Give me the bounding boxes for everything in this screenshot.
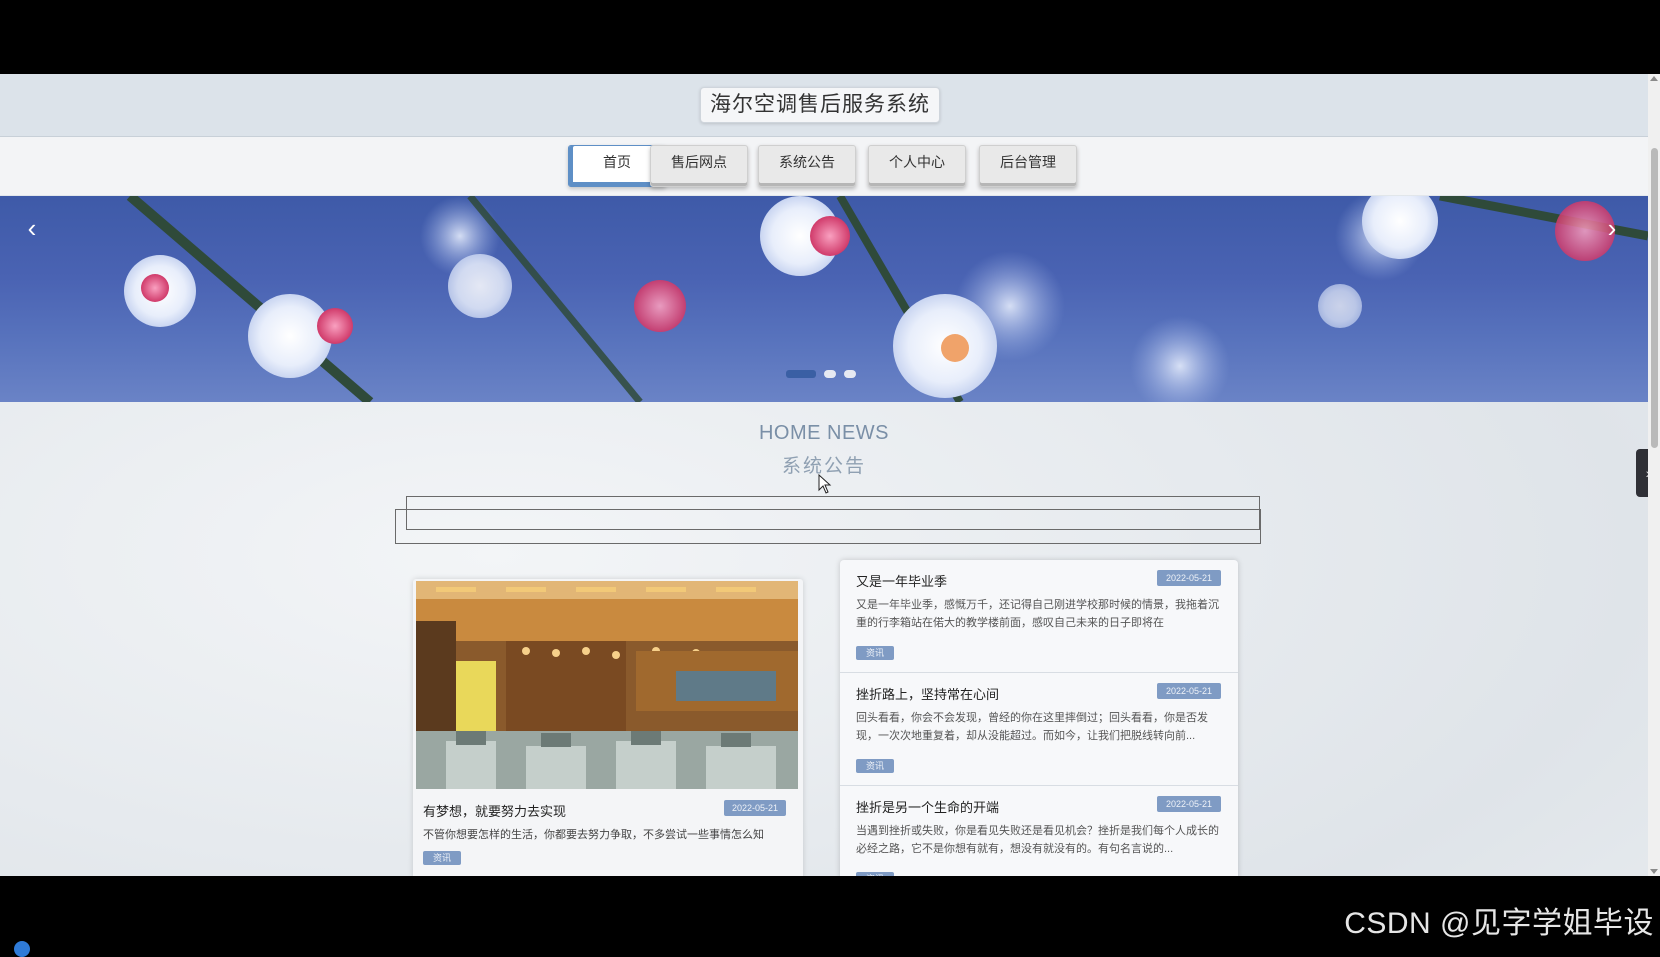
news-item-tag: 资讯 [856,646,894,660]
news-list: 又是一年毕业季 2022-05-21 又是一年毕业季，感慨万千，还记得自己刚进学… [840,560,1238,876]
featured-news-tag: 资讯 [423,851,461,865]
news-heading-en: HOME NEWS [758,422,890,444]
browser-viewport: 海尔空调售后服务系统 首页 售后网点 系统公告 个人中心 后台管理 ‹ › HO… [0,74,1648,876]
scrollbar-thumb[interactable] [1651,148,1658,448]
carousel-dot[interactable] [824,370,836,378]
news-list-item[interactable]: 挫折路上，坚持常在心间 2022-05-21 回头看看，你会不会发现，曾经的你在… [840,673,1238,786]
news-list-item[interactable]: 挫折是另一个生命的开端 2022-05-21 当遇到挫折或失败，你是看见失败还是… [840,786,1238,876]
nav-service-points[interactable]: 售后网点 [650,145,748,187]
news-item-excerpt: 当遇到挫折或失败，你是看见失败还是看见机会？挫折是我们每个人成长的必经之路，它不… [856,825,1219,855]
scrollbar[interactable] [1648,74,1660,876]
chevron-left-icon[interactable]: ‹ [20,215,44,241]
news-item-tag: 资讯 [856,872,894,876]
scroll-down-icon[interactable] [1650,869,1658,874]
featured-news-date: 2022-05-21 [724,800,786,816]
chevron-right-icon[interactable]: › [1600,215,1624,241]
featured-news-card[interactable]: 有梦想，就要努力去实现 2022-05-21 不管你想要怎样的生活，你都要去努力… [413,579,803,876]
empty-frame [395,509,1261,544]
news-item-title[interactable]: 挫折是另一个生命的开端 [856,797,999,816]
watermark: CSDN @见字学姐毕设 [1344,907,1654,940]
featured-news-title[interactable]: 有梦想，就要努力去实现 [423,801,566,820]
carousel-dot[interactable] [786,370,816,378]
site-header: 海尔空调售后服务系统 [0,74,1648,137]
news-item-title[interactable]: 挫折路上，坚持常在心间 [856,684,999,703]
main-nav: 首页 售后网点 系统公告 个人中心 后台管理 [0,137,1648,195]
news-item-date: 2022-05-21 [1157,796,1221,812]
carousel-dot[interactable] [844,370,856,378]
banner-carousel[interactable]: ‹ › [0,196,1648,402]
news-item-excerpt: 又是一年毕业季，感慨万千，还记得自己刚进学校那时候的情景，我拖着沉重的行李箱站在… [856,599,1219,629]
news-item-date: 2022-05-21 [1157,570,1221,586]
nav-personal-center[interactable]: 个人中心 [868,145,966,187]
mouse-cursor-icon [818,474,832,494]
scroll-up-icon[interactable] [1650,76,1658,81]
nav-admin[interactable]: 后台管理 [979,145,1077,187]
featured-news-image [416,581,798,789]
featured-news-excerpt: 不管你想要怎样的生活，你都要去努力争取，不多尝试一些事情怎么知 [423,829,764,841]
taskbar-indicator [14,941,30,957]
news-item-tag: 资讯 [856,759,894,773]
nav-announcements[interactable]: 系统公告 [758,145,856,187]
news-list-item[interactable]: 又是一年毕业季 2022-05-21 又是一年毕业季，感慨万千，还记得自己刚进学… [840,560,1238,673]
news-item-date: 2022-05-21 [1157,683,1221,699]
site-title: 海尔空调售后服务系统 [700,87,940,123]
news-item-excerpt: 回头看看，你会不会发现，曾经的你在这里摔倒过；回头看看，你是否发现，一次次地重复… [856,712,1208,742]
news-item-title[interactable]: 又是一年毕业季 [856,571,947,590]
